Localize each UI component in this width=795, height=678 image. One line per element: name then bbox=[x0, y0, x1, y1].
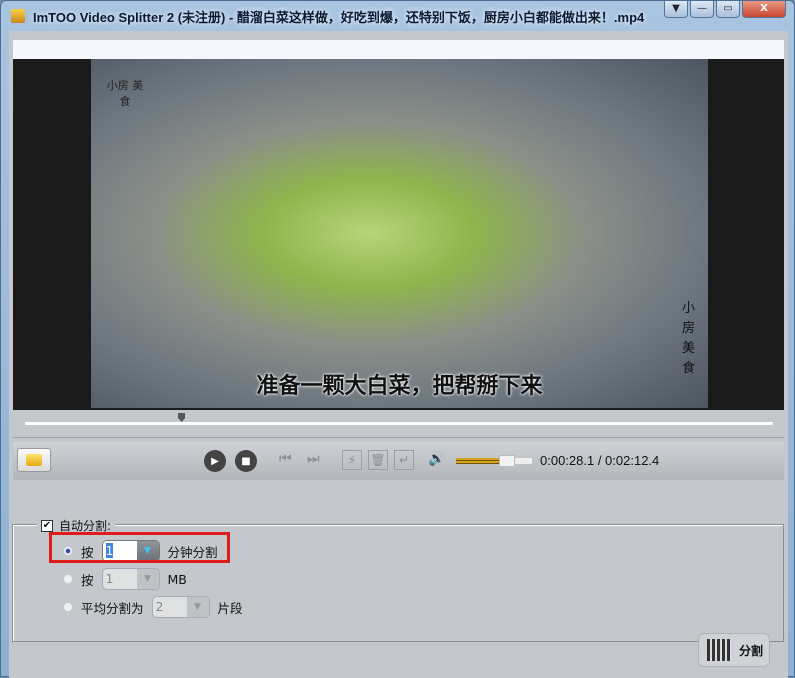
maximize-button[interactable]: ▭ bbox=[716, 1, 740, 18]
add-split-button[interactable]: ⚡ bbox=[342, 450, 362, 470]
stop-button[interactable]: ■ bbox=[235, 450, 257, 472]
divider bbox=[13, 437, 784, 438]
enter-button[interactable]: ↵ bbox=[394, 450, 414, 470]
volume-slider[interactable] bbox=[456, 455, 532, 467]
seek-bar[interactable] bbox=[25, 422, 773, 425]
app-icon bbox=[11, 9, 25, 23]
split-option-segments: 平均分割为 2 ▼ 片段 bbox=[63, 596, 243, 618]
video-subtitle: 准备一颗大白菜，把帮掰下来 bbox=[256, 374, 543, 399]
prev-frame-button[interactable]: ⏮ bbox=[279, 451, 292, 467]
film-split-icon bbox=[707, 639, 731, 661]
chevron-down-icon[interactable]: ▼ bbox=[136, 569, 159, 589]
split-button[interactable]: 分割 bbox=[698, 633, 770, 667]
option-suffix: 片段 bbox=[217, 600, 243, 616]
size-combo[interactable]: 1 ▼ bbox=[101, 568, 160, 590]
open-file-button[interactable] bbox=[17, 448, 51, 472]
highlight-box bbox=[49, 532, 230, 563]
seek-thumb[interactable] bbox=[178, 413, 186, 422]
size-value[interactable]: 1 bbox=[103, 569, 137, 589]
auto-split-checkbox[interactable]: ✔ bbox=[41, 519, 53, 532]
split-button-label: 分割 bbox=[739, 643, 764, 658]
radio-segments[interactable] bbox=[63, 602, 73, 612]
volume-knob[interactable] bbox=[499, 455, 516, 467]
close-button[interactable]: X bbox=[742, 1, 786, 18]
option-prefix: 平均分割为 bbox=[81, 600, 144, 616]
next-frame-button[interactable]: ⏭ bbox=[307, 451, 320, 467]
channel-watermark: 小房美食 bbox=[682, 301, 696, 376]
video-frame: 小房 美食 小房美食 准备一颗大白菜，把帮掰下来 bbox=[91, 59, 708, 408]
option-suffix: MB bbox=[167, 571, 187, 587]
segments-combo[interactable]: 2 ▼ bbox=[151, 596, 210, 618]
radio-size[interactable] bbox=[63, 574, 73, 584]
volume-icon[interactable]: 🔊 bbox=[428, 451, 445, 467]
app-window: ImTOO Video Splitter 2 (未注册) - 醋溜白菜这样做，好… bbox=[0, 0, 795, 678]
play-button[interactable]: ▶ bbox=[204, 450, 226, 472]
option-prefix: 按 bbox=[81, 572, 94, 588]
split-option-size: 按 1 ▼ MB bbox=[63, 568, 187, 590]
window-title: ImTOO Video Splitter 2 (未注册) - 醋溜白菜这样做，好… bbox=[33, 9, 645, 25]
volume-fill bbox=[456, 458, 504, 464]
menu-button[interactable]: ▼ bbox=[664, 1, 688, 18]
time-display: 0:00:28.1 / 0:02:12.4 bbox=[540, 453, 660, 468]
info-strip bbox=[13, 40, 784, 60]
channel-logo: 小房 美食 bbox=[106, 79, 144, 108]
player-toolbar: ▶ ■ ⏮ ⏭ ⚡ 🗑 ↵ 🔊 0:00:28.1 / 0:02:12.4 bbox=[13, 442, 784, 480]
video-preview: 小房 美食 小房美食 准备一颗大白菜，把帮掰下来 bbox=[13, 59, 784, 410]
title-bar: ImTOO Video Splitter 2 (未注册) - 醋溜白菜这样做，好… bbox=[1, 1, 794, 31]
segments-value[interactable]: 2 bbox=[153, 597, 187, 617]
client-area: 小房 美食 小房美食 准备一颗大白菜，把帮掰下来 ▶ ■ ⏮ ⏭ ⚡ 🗑 ↵ 🔊… bbox=[9, 31, 788, 678]
chevron-down-icon[interactable]: ▼ bbox=[186, 597, 209, 617]
minimize-button[interactable]: — bbox=[690, 1, 714, 18]
folder-icon bbox=[26, 454, 42, 466]
delete-button[interactable]: 🗑 bbox=[368, 450, 388, 470]
